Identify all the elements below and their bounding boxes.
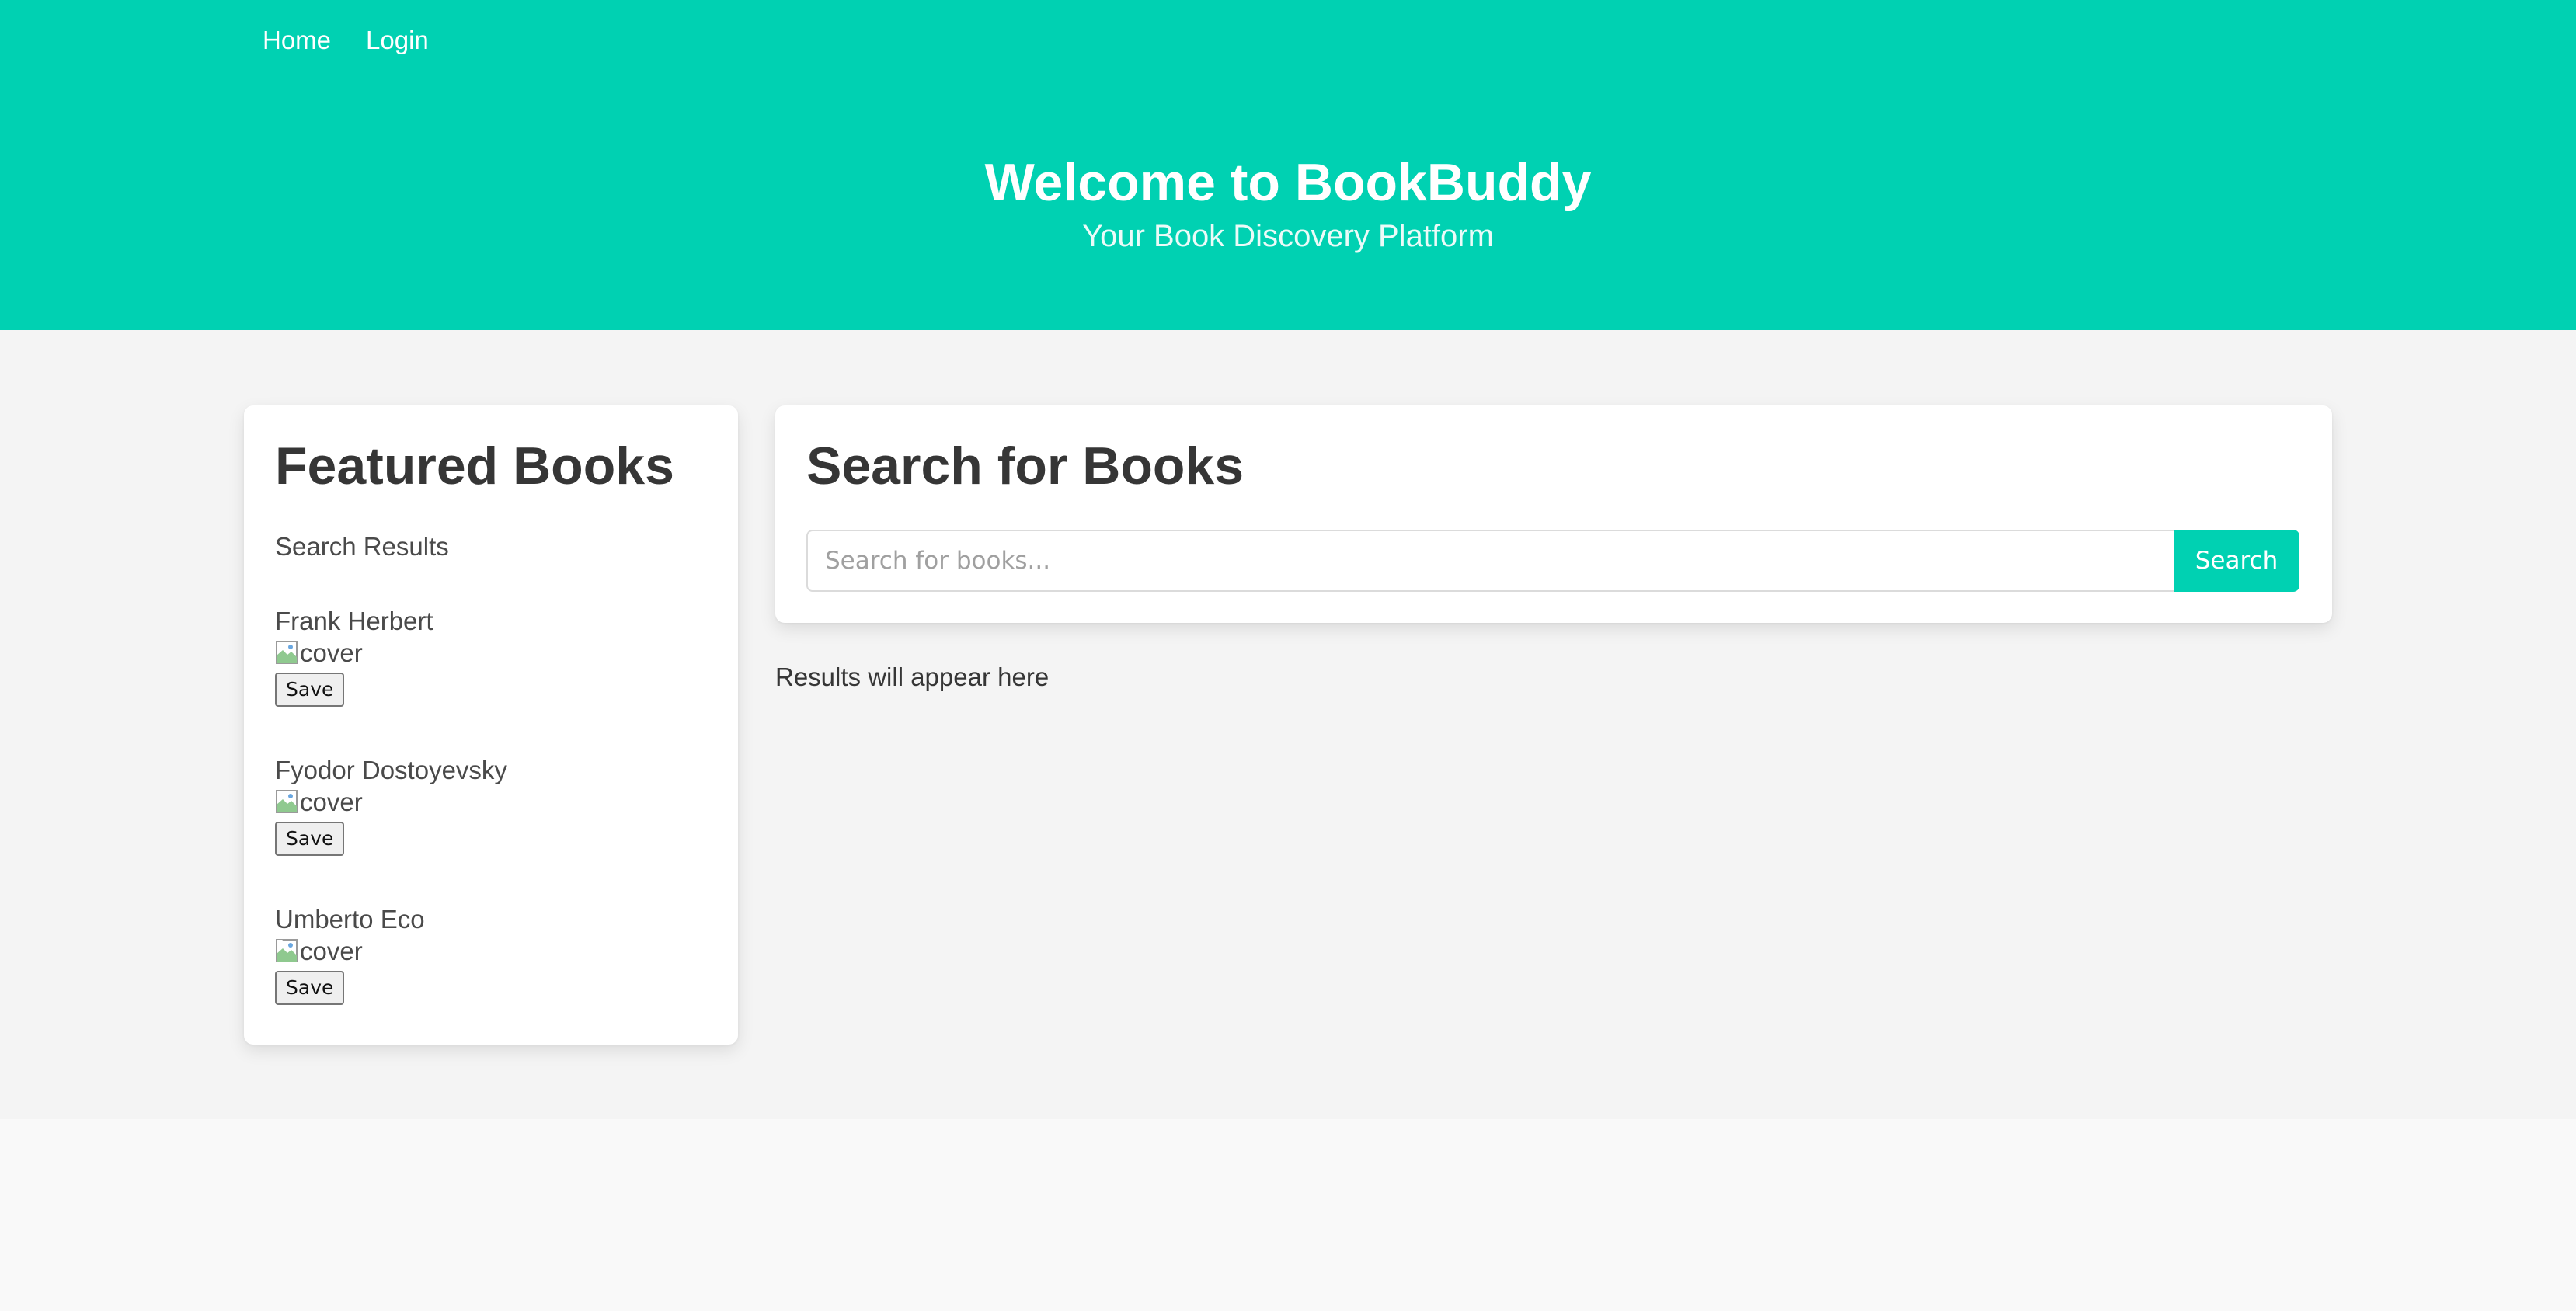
hero-banner: Home Login Welcome to BookBuddy Your Boo… [0,0,2576,330]
search-input[interactable] [806,530,2174,592]
search-bar: Search [806,530,2299,592]
book-item: Umberto Eco cover Save [275,904,710,1005]
hero-title: Welcome to BookBuddy [984,153,1592,212]
book-item: Frank Herbert cover Save [275,606,710,707]
hero-subtitle: Your Book Discovery Platform [1082,219,1494,253]
nav-home-link[interactable]: Home [263,23,331,57]
cover-alt-text: cover [300,937,363,965]
broken-image-icon [275,789,300,815]
book-cover: cover [275,637,710,669]
featured-books-title: Featured Books [275,436,674,496]
book-author: Frank Herbert [275,607,433,635]
broken-image-icon [275,640,300,666]
results-placeholder: Results will appear here [775,662,1050,691]
nav-login-link[interactable]: Login [366,23,429,57]
book-cover: cover [275,935,710,968]
top-nav: Home Login [263,23,464,57]
save-button[interactable]: Save [275,971,345,1005]
search-results-heading: Search Results [275,532,449,561]
book-item: Fyodor Dostoyevsky cover Save [275,755,710,856]
save-button[interactable]: Save [275,822,345,856]
search-title: Search for Books [806,436,1244,496]
search-card: Search for Books Search [775,405,2332,623]
broken-image-icon [275,938,300,965]
search-button[interactable]: Search [2174,530,2299,592]
cover-alt-text: cover [300,788,363,816]
cover-alt-text: cover [300,638,363,667]
book-author: Fyodor Dostoyevsky [275,756,507,784]
save-button[interactable]: Save [275,673,345,707]
featured-books-card: Featured Books Search Results Frank Herb… [244,405,738,1045]
book-cover: cover [275,786,710,819]
book-author: Umberto Eco [275,905,425,934]
